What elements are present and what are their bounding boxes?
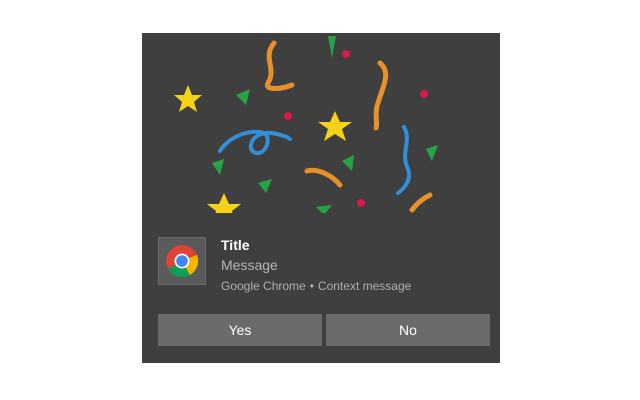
notification-attribution: Google Chrome • Context message [221,278,411,294]
streamer-orange-2 [373,60,389,131]
yes-button[interactable]: Yes [158,314,322,346]
notification-content: Title Message Google Chrome • Context mess… [142,233,500,303]
streamer-orange-3 [304,167,343,188]
triangle-green-2 [236,89,250,105]
notification-title: Title [221,237,250,253]
dot-red-1 [342,50,350,58]
streamer-orange-4 [409,192,433,213]
chrome-logo-icon [158,237,206,285]
dot-red-2 [420,90,428,98]
action-bar: Yes No [158,314,490,346]
star-2 [318,111,352,141]
notification-message: Message [221,257,278,273]
dot-red-4 [357,199,365,207]
no-button[interactable]: No [326,314,490,346]
dot-red-3 [284,112,292,120]
triangle-green-7 [316,205,332,213]
app-name: Google Chrome [221,279,306,293]
attribution-separator: • [309,279,314,293]
triangle-green-5 [342,155,354,171]
triangle-green-6 [426,145,438,161]
triangle-green-4 [258,179,272,193]
streamer-blue-1 [218,129,292,156]
context-message: Context message [317,279,412,293]
triangle-green-1 [328,36,336,58]
streamer-orange-1 [264,40,295,91]
toast-notification[interactable]: Title Message Google Chrome • Context mess… [142,33,500,363]
triangle-green-3 [212,159,224,175]
hero-image [142,33,500,213]
star-3 [207,193,241,213]
star-1 [174,85,202,112]
streamer-blue-2 [396,125,411,195]
